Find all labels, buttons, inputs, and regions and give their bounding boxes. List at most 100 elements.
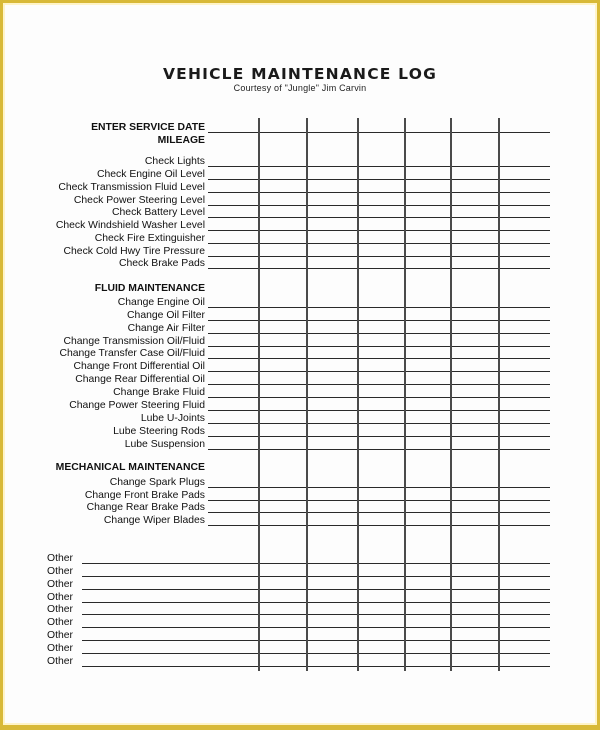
check-item-row-cell[interactable] (306, 232, 357, 244)
other-item-row-cell[interactable] (258, 655, 306, 667)
fluid-item-row-cell[interactable] (306, 425, 357, 437)
fluid-item-row-cell[interactable] (404, 386, 450, 398)
check-item-row-cell[interactable] (450, 194, 498, 206)
mechanical-item-row-cell[interactable] (404, 489, 450, 501)
check-item-row-cell[interactable] (258, 232, 306, 244)
check-item-row-cell[interactable] (357, 181, 404, 193)
check-item-row-cell[interactable] (357, 257, 404, 269)
fluid-item-row-cell[interactable] (258, 335, 306, 347)
mechanical-item-row-cell[interactable] (306, 501, 357, 513)
check-item-row-cell[interactable] (404, 232, 450, 244)
other-item-row-cell[interactable] (258, 552, 306, 564)
fluid-item-row-cell[interactable] (258, 322, 306, 334)
fluid-item-row-cell[interactable] (404, 425, 450, 437)
fluid-item-row-cell[interactable] (357, 322, 404, 334)
other-item-row-cell[interactable] (82, 591, 258, 603)
other-item-row-cell[interactable] (404, 552, 450, 564)
check-item-row-cell[interactable] (404, 155, 450, 167)
check-item-row-cell[interactable] (357, 168, 404, 180)
other-item-row-cell[interactable] (306, 603, 357, 615)
mechanical-item-row-cell[interactable] (404, 476, 450, 488)
other-item-row-cell[interactable] (404, 629, 450, 641)
mechanical-item-row-cell[interactable] (498, 476, 550, 488)
fluid-item-row-cell[interactable] (258, 296, 306, 308)
other-item-row-cell[interactable] (306, 629, 357, 641)
fluid-item-row-cell[interactable] (404, 360, 450, 372)
mechanical-item-row-cell[interactable] (450, 501, 498, 513)
fluid-item-row-cell[interactable] (404, 399, 450, 411)
mechanical-item-row-cell[interactable] (498, 514, 550, 526)
check-item-row-cell[interactable] (306, 181, 357, 193)
check-item-row-cell[interactable] (498, 155, 550, 167)
fluid-item-row-cell[interactable] (306, 347, 357, 359)
fluid-item-row-cell[interactable] (306, 360, 357, 372)
fluid-item-row-cell[interactable] (306, 296, 357, 308)
fluid-item-row-cell[interactable] (258, 347, 306, 359)
check-item-row-cell[interactable] (498, 257, 550, 269)
fluid-item-row-cell[interactable] (357, 347, 404, 359)
service-date-row-cell[interactable] (306, 121, 357, 133)
mechanical-item-row-cell[interactable] (306, 489, 357, 501)
fluid-item-row-cell[interactable] (208, 309, 258, 321)
other-item-row-cell[interactable] (82, 629, 258, 641)
fluid-item-row-cell[interactable] (498, 335, 550, 347)
fluid-item-row-cell[interactable] (306, 386, 357, 398)
fluid-item-row-cell[interactable] (404, 347, 450, 359)
fluid-item-row-cell[interactable] (208, 386, 258, 398)
other-item-row-cell[interactable] (404, 603, 450, 615)
other-item-row-cell[interactable] (258, 642, 306, 654)
fluid-item-row-cell[interactable] (258, 399, 306, 411)
fluid-item-row-cell[interactable] (306, 412, 357, 424)
other-item-row-cell[interactable] (357, 552, 404, 564)
fluid-item-row-cell[interactable] (450, 399, 498, 411)
fluid-item-row-cell[interactable] (450, 438, 498, 450)
other-item-row-cell[interactable] (306, 552, 357, 564)
service-date-row-cell[interactable] (498, 121, 550, 133)
check-item-row-cell[interactable] (258, 206, 306, 218)
check-item-row-cell[interactable] (258, 194, 306, 206)
check-item-row-cell[interactable] (357, 232, 404, 244)
fluid-item-row-cell[interactable] (357, 296, 404, 308)
other-item-row-cell[interactable] (82, 578, 258, 590)
other-item-row-cell[interactable] (306, 565, 357, 577)
check-item-row-cell[interactable] (498, 206, 550, 218)
other-item-row-cell[interactable] (357, 642, 404, 654)
other-item-row-cell[interactable] (404, 565, 450, 577)
check-item-row-cell[interactable] (208, 232, 258, 244)
fluid-item-row-cell[interactable] (498, 360, 550, 372)
other-item-row-cell[interactable] (82, 552, 258, 564)
check-item-row-cell[interactable] (208, 181, 258, 193)
mechanical-item-row-cell[interactable] (357, 476, 404, 488)
service-date-row-cell[interactable] (258, 121, 306, 133)
mechanical-item-row-cell[interactable] (498, 501, 550, 513)
fluid-item-row-cell[interactable] (498, 412, 550, 424)
other-item-row-cell[interactable] (258, 629, 306, 641)
check-item-row-cell[interactable] (258, 155, 306, 167)
fluid-item-row-cell[interactable] (258, 360, 306, 372)
fluid-item-row-cell[interactable] (208, 373, 258, 385)
check-item-row-cell[interactable] (208, 206, 258, 218)
fluid-item-row-cell[interactable] (306, 309, 357, 321)
fluid-item-row-cell[interactable] (450, 296, 498, 308)
fluid-item-row-cell[interactable] (258, 425, 306, 437)
fluid-item-row-cell[interactable] (208, 438, 258, 450)
check-item-row-cell[interactable] (208, 155, 258, 167)
check-item-row-cell[interactable] (404, 168, 450, 180)
mechanical-item-row-cell[interactable] (208, 489, 258, 501)
mechanical-item-row-cell[interactable] (258, 514, 306, 526)
fluid-item-row-cell[interactable] (306, 322, 357, 334)
other-item-row-cell[interactable] (498, 565, 550, 577)
service-date-row-cell[interactable] (404, 121, 450, 133)
mechanical-item-row-cell[interactable] (258, 476, 306, 488)
mechanical-item-row-cell[interactable] (404, 514, 450, 526)
check-item-row-cell[interactable] (208, 257, 258, 269)
check-item-row-cell[interactable] (450, 232, 498, 244)
fluid-item-row-cell[interactable] (498, 296, 550, 308)
mechanical-item-row-cell[interactable] (306, 514, 357, 526)
check-item-row-cell[interactable] (357, 155, 404, 167)
fluid-item-row-cell[interactable] (450, 335, 498, 347)
other-item-row-cell[interactable] (306, 655, 357, 667)
mechanical-item-row-cell[interactable] (306, 476, 357, 488)
check-item-row-cell[interactable] (306, 206, 357, 218)
check-item-row-cell[interactable] (404, 219, 450, 231)
